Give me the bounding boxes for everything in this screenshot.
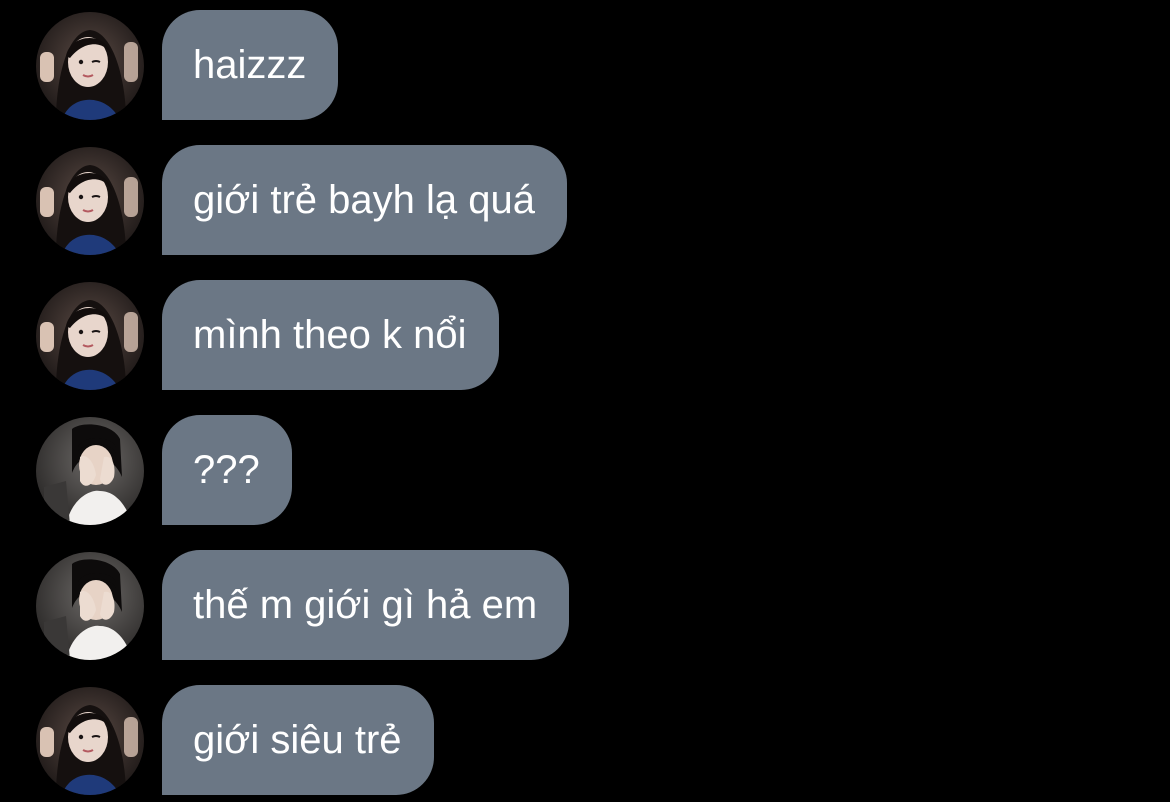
message-row: giới trẻ bayh lạ quá: [0, 145, 1170, 255]
message-row: giới siêu trẻ: [0, 685, 1170, 795]
avatar[interactable]: [36, 147, 144, 255]
profile-photo-dark-hair-woman-icon: [36, 687, 144, 795]
message-row: haizzz: [0, 10, 1170, 120]
profile-photo-dark-hair-woman-icon: [36, 12, 144, 120]
message-row: mình theo k nổi: [0, 280, 1170, 390]
message-bubble[interactable]: haizzz: [162, 10, 339, 120]
avatar[interactable]: [36, 12, 144, 120]
avatar[interactable]: [36, 282, 144, 390]
message-bubble[interactable]: giới siêu trẻ: [162, 685, 434, 795]
message-row: thế m giới gì hả em: [0, 550, 1170, 660]
message-row: ???: [0, 415, 1170, 525]
avatar[interactable]: [36, 552, 144, 660]
message-bubble[interactable]: mình theo k nổi: [162, 280, 499, 390]
avatar[interactable]: [36, 687, 144, 795]
message-bubble[interactable]: ???: [162, 415, 292, 525]
avatar[interactable]: [36, 417, 144, 525]
profile-photo-woman-covering-face-icon: [36, 552, 144, 660]
message-bubble[interactable]: giới trẻ bayh lạ quá: [162, 145, 567, 255]
message-bubble[interactable]: thế m giới gì hả em: [162, 550, 570, 660]
profile-photo-woman-covering-face-icon: [36, 417, 144, 525]
profile-photo-dark-hair-woman-icon: [36, 147, 144, 255]
chat-thread: haizzz giới trẻ bayh lạ quá mình theo k …: [0, 0, 1170, 802]
profile-photo-dark-hair-woman-icon: [36, 282, 144, 390]
